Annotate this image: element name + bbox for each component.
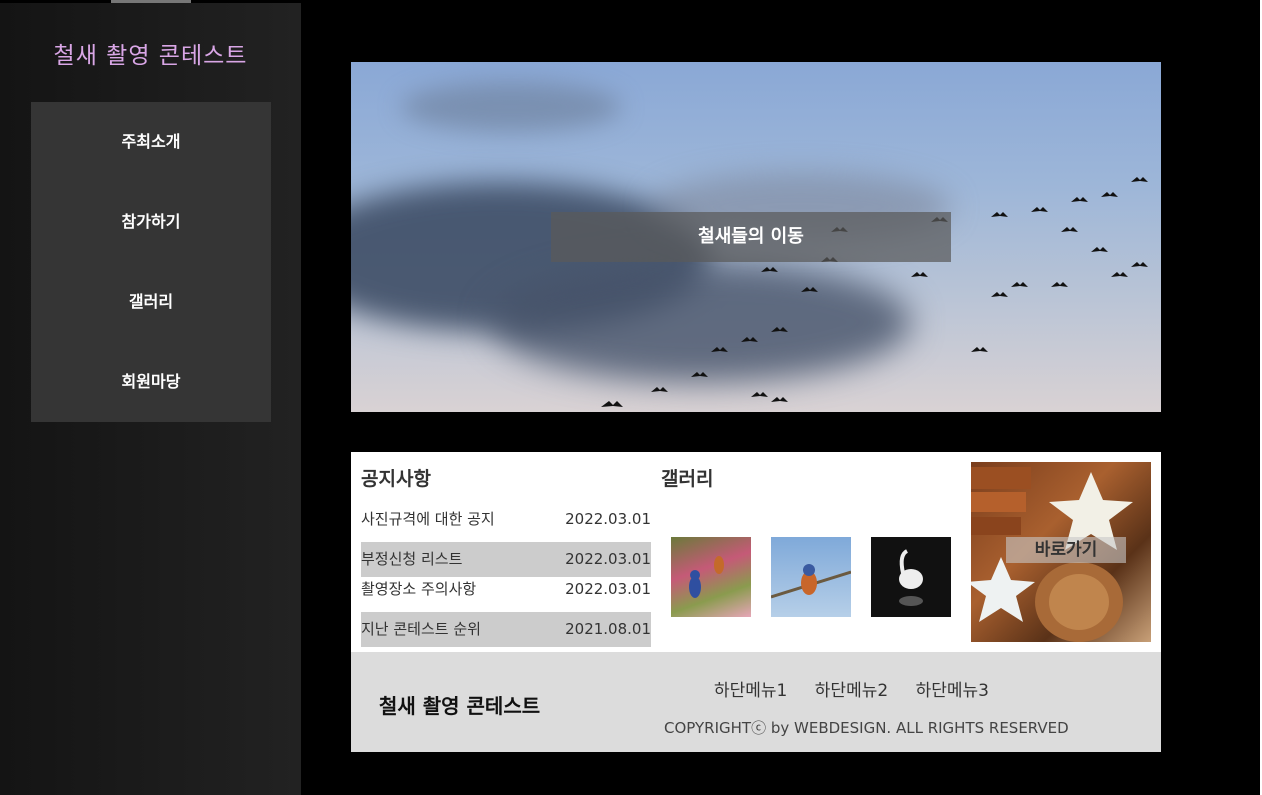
nav-item-community[interactable]: 회원마당 [31, 342, 271, 422]
footer-menu-item-1[interactable]: 하단메뉴1 [714, 681, 787, 701]
notice-item[interactable]: 부정신청 리스트 2022.03.01 [361, 542, 651, 577]
notice-item-date: 2022.03.01 [565, 510, 651, 528]
notice-item-title: 부정신청 리스트 [361, 550, 463, 568]
notice-item[interactable]: 촬영장소 주의사항 2022.03.01 [361, 577, 651, 612]
gallery-thumbnail-swan[interactable] [871, 537, 951, 617]
nav-item-gallery[interactable]: 갤러리 [31, 262, 271, 342]
content-section: 공지사항 사진규격에 대한 공지 2022.03.01 부정신청 리스트 2022.… [351, 452, 1161, 652]
notice-item[interactable]: 지난 콘테스트 순위 2021.08.01 [361, 612, 651, 647]
sidebar: 철새 촬영 콘테스트 주최소개 참가하기 갤러리 회원마당 [0, 3, 301, 795]
footer-menu-item-3[interactable]: 하단메뉴3 [916, 681, 989, 701]
notice-item-title: 사진규격에 대한 공지 [361, 510, 495, 528]
footer-menu-item-2[interactable]: 하단메뉴2 [815, 681, 888, 701]
notice-item-date: 2022.03.01 [565, 550, 651, 568]
notice-list: 사진규격에 대한 공지 2022.03.01 부정신청 리스트 2022.03.01… [361, 507, 651, 647]
notice-item-date: 2022.03.01 [565, 580, 651, 598]
notice-item-title: 촬영장소 주의사항 [361, 580, 477, 598]
footer-logo: 철새 촬영 콘테스트 [379, 694, 541, 718]
hero-caption: 철새들의 이동 [551, 212, 951, 262]
shortcut-banner[interactable]: 바로가기 [971, 462, 1151, 642]
gallery-thumbnail-blossom-bird[interactable] [671, 537, 751, 617]
main-nav: 주최소개 참가하기 갤러리 회원마당 [31, 102, 271, 422]
nav-item-participate[interactable]: 참가하기 [31, 182, 271, 262]
swan-icon [899, 549, 923, 606]
shortcut-label: 바로가기 [1006, 537, 1126, 563]
gallery-thumbnail-branch-bird[interactable] [771, 537, 851, 617]
nav-item-about[interactable]: 주최소개 [31, 102, 271, 182]
notice-title[interactable]: 공지사항 [361, 464, 431, 491]
footer: 철새 촬영 콘테스트 하단메뉴1 하단메뉴2 하단메뉴3 COPYRIGHTⓒ … [351, 652, 1161, 752]
footer-menu: 하단메뉴1 하단메뉴2 하단메뉴3 [714, 676, 1011, 701]
notice-item[interactable]: 사진규격에 대한 공지 2022.03.01 [361, 507, 651, 542]
site-logo[interactable]: 철새 촬영 콘테스트 [0, 36, 301, 70]
notice-item-title: 지난 콘테스트 순위 [361, 620, 481, 638]
bird-icon [771, 564, 851, 599]
gallery-title[interactable]: 갤러리 [661, 464, 713, 491]
notice-item-date: 2021.08.01 [565, 620, 651, 638]
hero-banner: 철새들의 이동 [351, 62, 1161, 412]
copyright-text: COPYRIGHTⓒ by WEBDESIGN. ALL RIGHTS RESE… [664, 719, 1069, 737]
bird-icon [689, 556, 724, 598]
